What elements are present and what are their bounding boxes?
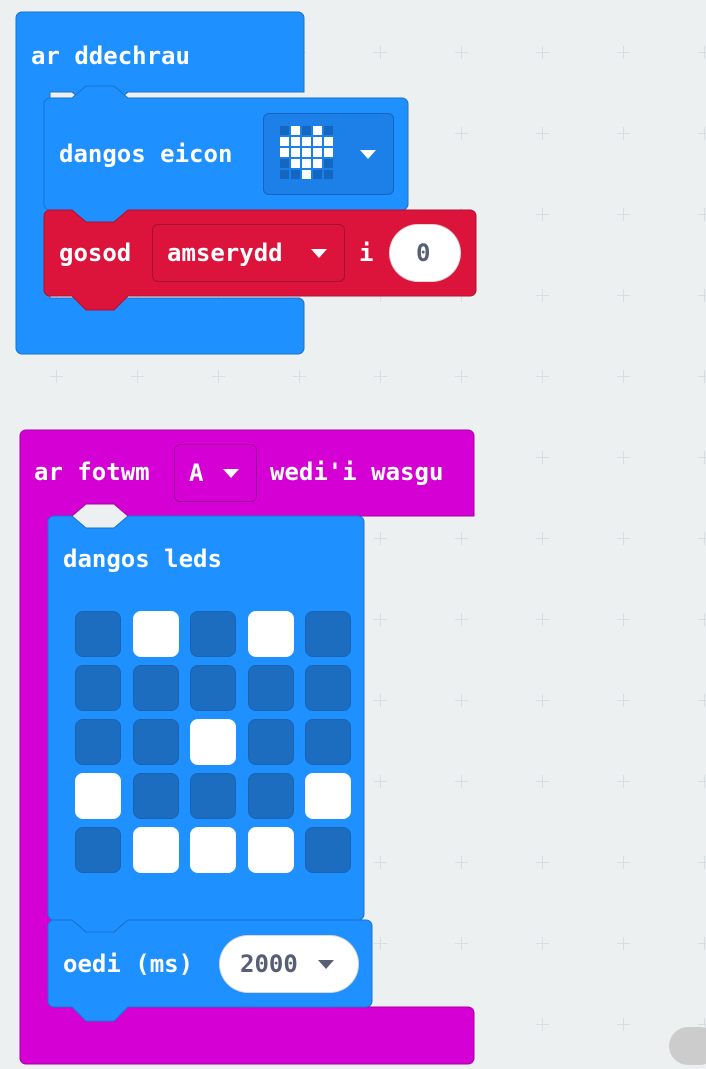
icon-pixel bbox=[280, 159, 289, 168]
icon-pixel bbox=[302, 148, 311, 157]
on-button-label-suffix: wedi'i wasgu bbox=[270, 458, 444, 486]
pause-value: 2000 bbox=[240, 950, 298, 978]
led-cell[interactable] bbox=[75, 719, 121, 765]
led-cell[interactable] bbox=[247, 773, 294, 819]
set-to-label: i bbox=[359, 239, 374, 267]
icon-pixel bbox=[324, 137, 333, 146]
led-cell[interactable] bbox=[190, 827, 236, 873]
icon-pixel bbox=[313, 159, 322, 168]
icon-pixel bbox=[324, 148, 333, 157]
show-icon-label: dangos eicon bbox=[59, 140, 233, 168]
icon-pixel bbox=[280, 170, 289, 179]
icon-pixel bbox=[324, 126, 333, 135]
icon-pixel bbox=[302, 137, 311, 146]
chevron-down-icon bbox=[223, 469, 239, 478]
icon-pixel bbox=[280, 148, 289, 157]
variable-value-input[interactable]: 0 bbox=[389, 224, 461, 282]
set-variable-label: gosod bbox=[59, 239, 132, 267]
pause-value-dropdown[interactable]: 2000 bbox=[219, 935, 359, 993]
icon-pixel bbox=[324, 170, 333, 179]
icon-pixel bbox=[302, 126, 311, 135]
on-start-label: ar ddechrau bbox=[31, 42, 190, 70]
icon-pixel bbox=[302, 170, 311, 179]
led-cell[interactable] bbox=[190, 773, 236, 819]
led-cell[interactable] bbox=[132, 827, 179, 873]
pause-label: oedi (ms) bbox=[63, 950, 194, 978]
scrollbar-thumb[interactable] bbox=[669, 1027, 706, 1065]
icon-pixel bbox=[313, 148, 322, 157]
led-cell[interactable] bbox=[190, 611, 236, 657]
variable-value: 0 bbox=[416, 239, 431, 267]
led-cell[interactable] bbox=[75, 611, 121, 657]
icon-pixel bbox=[313, 170, 322, 179]
icon-pixel bbox=[291, 126, 300, 135]
icon-dropdown[interactable] bbox=[263, 113, 394, 195]
led-cell[interactable] bbox=[247, 827, 294, 873]
icon-pixel bbox=[280, 126, 289, 135]
icon-pixel bbox=[291, 170, 300, 179]
button-name: A bbox=[189, 459, 204, 487]
led-cell[interactable] bbox=[305, 827, 351, 873]
chevron-down-icon bbox=[318, 960, 334, 969]
icon-pixel bbox=[313, 126, 322, 135]
heart-icon bbox=[280, 124, 344, 186]
icon-pixel bbox=[291, 137, 300, 146]
led-cell[interactable] bbox=[305, 719, 351, 765]
icon-pixel bbox=[313, 137, 322, 146]
led-cell[interactable] bbox=[247, 665, 294, 711]
variable-name: amserydd bbox=[167, 239, 283, 267]
led-matrix[interactable] bbox=[75, 611, 352, 873]
icon-pixel bbox=[280, 137, 289, 146]
button-dropdown[interactable]: A bbox=[174, 444, 257, 502]
show-leds-label: dangos leds bbox=[63, 545, 222, 573]
icon-pixel bbox=[291, 159, 300, 168]
icon-pixel bbox=[324, 159, 333, 168]
chevron-down-icon bbox=[311, 249, 327, 258]
led-cell[interactable] bbox=[75, 665, 121, 711]
led-cell[interactable] bbox=[132, 773, 179, 819]
led-cell[interactable] bbox=[305, 665, 351, 711]
chevron-down-icon bbox=[360, 150, 376, 159]
led-cell[interactable] bbox=[132, 719, 179, 765]
led-cell[interactable] bbox=[247, 611, 294, 657]
blocks-workspace[interactable]: ar ddechrau dangos eicon gosod amserydd … bbox=[0, 0, 706, 1069]
led-cell[interactable] bbox=[75, 827, 121, 873]
led-cell[interactable] bbox=[75, 773, 121, 819]
led-cell[interactable] bbox=[247, 719, 294, 765]
led-cell[interactable] bbox=[305, 773, 351, 819]
led-cell[interactable] bbox=[132, 611, 179, 657]
led-cell[interactable] bbox=[132, 665, 179, 711]
led-cell[interactable] bbox=[305, 611, 351, 657]
on-button-label-prefix: ar fotwm bbox=[34, 458, 150, 486]
led-cell[interactable] bbox=[190, 719, 236, 765]
variable-dropdown[interactable]: amserydd bbox=[152, 224, 345, 282]
icon-pixel bbox=[302, 159, 311, 168]
icon-pixel bbox=[291, 148, 300, 157]
led-cell[interactable] bbox=[190, 665, 236, 711]
